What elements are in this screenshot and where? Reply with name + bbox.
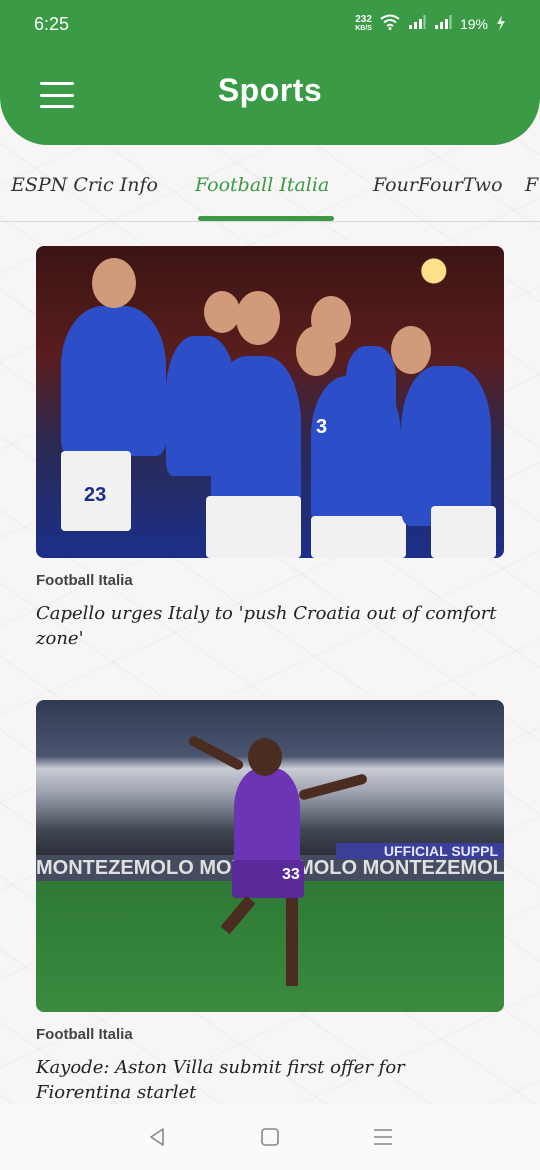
article-source: Football Italia bbox=[36, 572, 133, 589]
wifi-icon bbox=[380, 14, 400, 34]
stadium-sign: UFFICIAL SUPPL bbox=[336, 843, 504, 859]
back-triangle-icon[interactable] bbox=[137, 1117, 177, 1157]
article-image[interactable]: 23 3 bbox=[36, 246, 504, 558]
article-source: Football Italia bbox=[36, 1026, 133, 1043]
player-head bbox=[236, 291, 280, 345]
player-figure bbox=[346, 346, 396, 426]
player-leg bbox=[286, 898, 298, 986]
tab-football-italia[interactable]: Football Italia bbox=[195, 174, 329, 196]
tab-next-partial[interactable]: F bbox=[525, 174, 538, 196]
jersey-number: 33 bbox=[282, 866, 300, 883]
signal-icon-2 bbox=[434, 15, 452, 33]
jersey-number: 3 bbox=[316, 416, 328, 438]
tab-espn-cric-info[interactable]: ESPN Cric Info bbox=[11, 174, 158, 196]
source-tabs: ESPN Cric Info Football Italia FourFourT… bbox=[0, 160, 540, 222]
article-card[interactable]: MONTEZEMOLO MONTEZEMOLO MONTEZEMOLO UFFI… bbox=[36, 700, 504, 1105]
active-tab-indicator bbox=[198, 216, 334, 221]
player-head bbox=[311, 296, 351, 344]
status-time: 6:25 bbox=[34, 13, 70, 34]
app-header: 6:25 232 KB/S 19% Sports bbox=[0, 0, 540, 145]
player-leg bbox=[220, 895, 256, 935]
player-figure bbox=[401, 366, 491, 526]
player-head bbox=[248, 738, 282, 776]
article-headline[interactable]: Kayode: Aston Villa submit first offer f… bbox=[36, 1055, 504, 1105]
home-square-icon[interactable] bbox=[250, 1117, 290, 1157]
recents-lines-icon[interactable] bbox=[363, 1117, 403, 1157]
charging-bolt-icon bbox=[496, 14, 506, 34]
network-speed-value: 232 bbox=[355, 14, 372, 25]
jersey-number: 23 bbox=[84, 484, 107, 506]
network-speed: 232 KB/S bbox=[355, 15, 372, 33]
player-head bbox=[92, 258, 136, 308]
page-title: Sports bbox=[217, 72, 323, 108]
battery-percentage: 19% bbox=[459, 16, 488, 32]
system-nav-bar bbox=[0, 1104, 540, 1170]
tab-fourfourtwo[interactable]: FourFourTwo bbox=[373, 174, 503, 196]
player-arm bbox=[187, 734, 245, 772]
player-shorts bbox=[311, 516, 406, 558]
article-card[interactable]: 23 3 Football Italia Capello urges Italy… bbox=[36, 246, 504, 651]
player-head bbox=[391, 326, 431, 374]
player-figure bbox=[234, 768, 300, 868]
player-figure bbox=[61, 306, 166, 456]
player-shorts bbox=[431, 506, 496, 558]
player-arm bbox=[297, 773, 369, 801]
network-speed-unit: KB/S bbox=[355, 25, 372, 32]
player-head bbox=[204, 291, 240, 333]
signal-icon-1 bbox=[408, 15, 426, 33]
article-headline[interactable]: Capello urges Italy to 'push Croatia out… bbox=[36, 601, 504, 651]
article-image[interactable]: MONTEZEMOLO MONTEZEMOLO MONTEZEMOLO UFFI… bbox=[36, 700, 504, 1012]
status-bar: 6:25 232 KB/S 19% bbox=[0, 0, 540, 48]
player-shorts bbox=[206, 496, 301, 558]
status-icons: 232 KB/S 19% bbox=[355, 14, 506, 34]
